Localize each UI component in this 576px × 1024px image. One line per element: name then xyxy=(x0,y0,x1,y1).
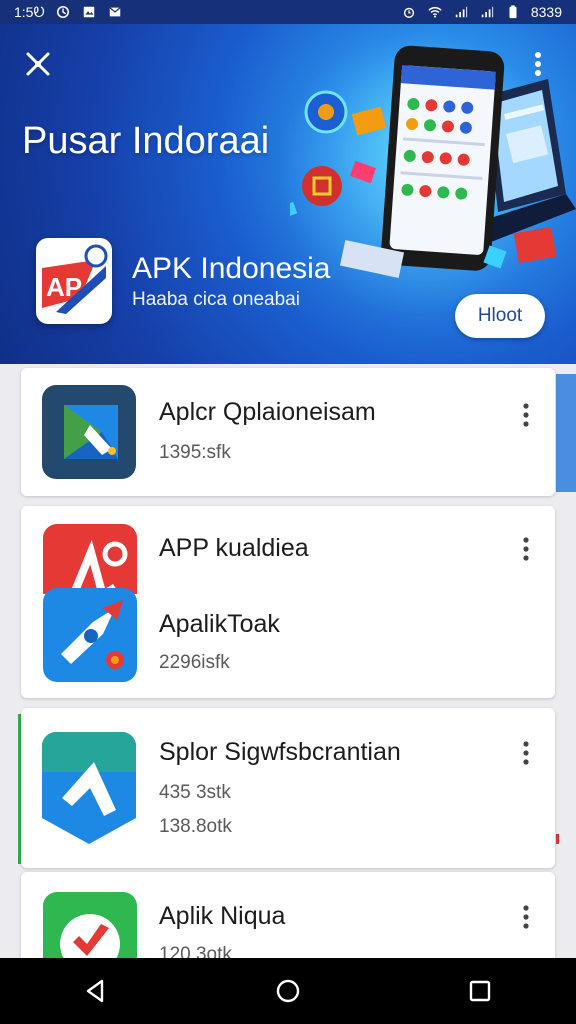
back-icon xyxy=(86,979,104,1003)
more-vert-icon xyxy=(523,905,529,929)
app-name: Aplik Niqua xyxy=(159,902,286,930)
app-meta: 120 3otk xyxy=(159,944,232,958)
green-check-app-icon xyxy=(43,892,137,958)
scroll-indicator[interactable] xyxy=(556,374,576,492)
status-bar: 1:5Ꭷ 8339 xyxy=(0,0,576,24)
app-name: ApalikToak xyxy=(159,610,280,638)
wifi-icon xyxy=(427,5,443,19)
more-vert-icon xyxy=(523,537,529,561)
status-left: 1:5Ꭷ xyxy=(14,4,123,21)
apk-indonesia-logo: AP xyxy=(36,238,112,324)
app-meta: 435 3stk xyxy=(159,782,231,803)
app-name: Splor Sigwfsbcrantian xyxy=(159,738,401,766)
app-name: APP kualdiea xyxy=(159,534,309,562)
rocket-app-icon xyxy=(43,588,137,682)
mail-icon xyxy=(107,5,123,19)
alarm-icon xyxy=(401,5,417,19)
app-meta: 2296isfk xyxy=(159,652,230,673)
hero-action-button[interactable]: Hloot xyxy=(455,294,545,338)
more-vert-icon xyxy=(523,741,529,765)
item-menu-button[interactable] xyxy=(515,400,537,430)
app-name: Aplcr Qplaioneisam xyxy=(159,398,376,426)
system-nav-bar xyxy=(0,958,576,1024)
phone-illustration xyxy=(381,45,505,271)
play-store-icon xyxy=(42,385,136,479)
list-item[interactable]: APP kualdiea ApalikToak 2296isfk xyxy=(21,506,555,698)
signal-icon xyxy=(479,5,495,19)
status-battery: 8339 xyxy=(530,4,562,20)
status-time: 1:5Ꭷ xyxy=(14,3,45,20)
recents-icon xyxy=(469,980,491,1002)
photo-icon xyxy=(81,5,97,19)
battery-icon xyxy=(505,5,521,19)
back-button[interactable] xyxy=(78,973,114,1009)
more-vert-icon xyxy=(523,403,529,427)
green-blue-arrow-icon xyxy=(42,732,136,844)
close-icon xyxy=(26,52,50,76)
item-menu-button[interactable] xyxy=(515,902,537,932)
more-vert-icon xyxy=(535,52,541,76)
recents-button[interactable] xyxy=(462,973,498,1009)
hero-app-name: APK Indonesia xyxy=(132,252,331,285)
status-right: 8339 xyxy=(401,4,562,20)
close-button[interactable] xyxy=(22,48,54,80)
home-icon xyxy=(276,979,300,1003)
home-button[interactable] xyxy=(270,973,306,1009)
item-menu-button[interactable] xyxy=(515,534,537,564)
overflow-menu-button[interactable] xyxy=(526,48,550,80)
item-menu-button[interactable] xyxy=(515,738,537,768)
sync-icon xyxy=(55,5,71,19)
list-item[interactable]: Aplcr Qplaioneisam 1395:sfk xyxy=(21,368,555,496)
edge-marker xyxy=(556,834,559,844)
list-item[interactable]: Splor Sigwfsbcrantian 435 3stk 138.8otk xyxy=(21,708,555,868)
apk-red-icon xyxy=(43,524,137,594)
list-item[interactable]: Aplik Niqua 120 3otk xyxy=(21,872,555,958)
logo-text: AP xyxy=(46,272,82,302)
page-title: Pusar Indoraai xyxy=(22,120,270,162)
app-list[interactable]: Aplcr Qplaioneisam 1395:sfk APP kualdiea xyxy=(0,364,576,958)
app-meta: 1395:sfk xyxy=(159,442,231,463)
app-meta: 138.8otk xyxy=(159,816,232,837)
signal-icon xyxy=(453,5,469,19)
hero-banner: Pusar Indoraai AP APK Indonesia Haaba ci… xyxy=(0,24,576,364)
hero-app-subtitle: Haaba cica oneabai xyxy=(132,289,300,310)
